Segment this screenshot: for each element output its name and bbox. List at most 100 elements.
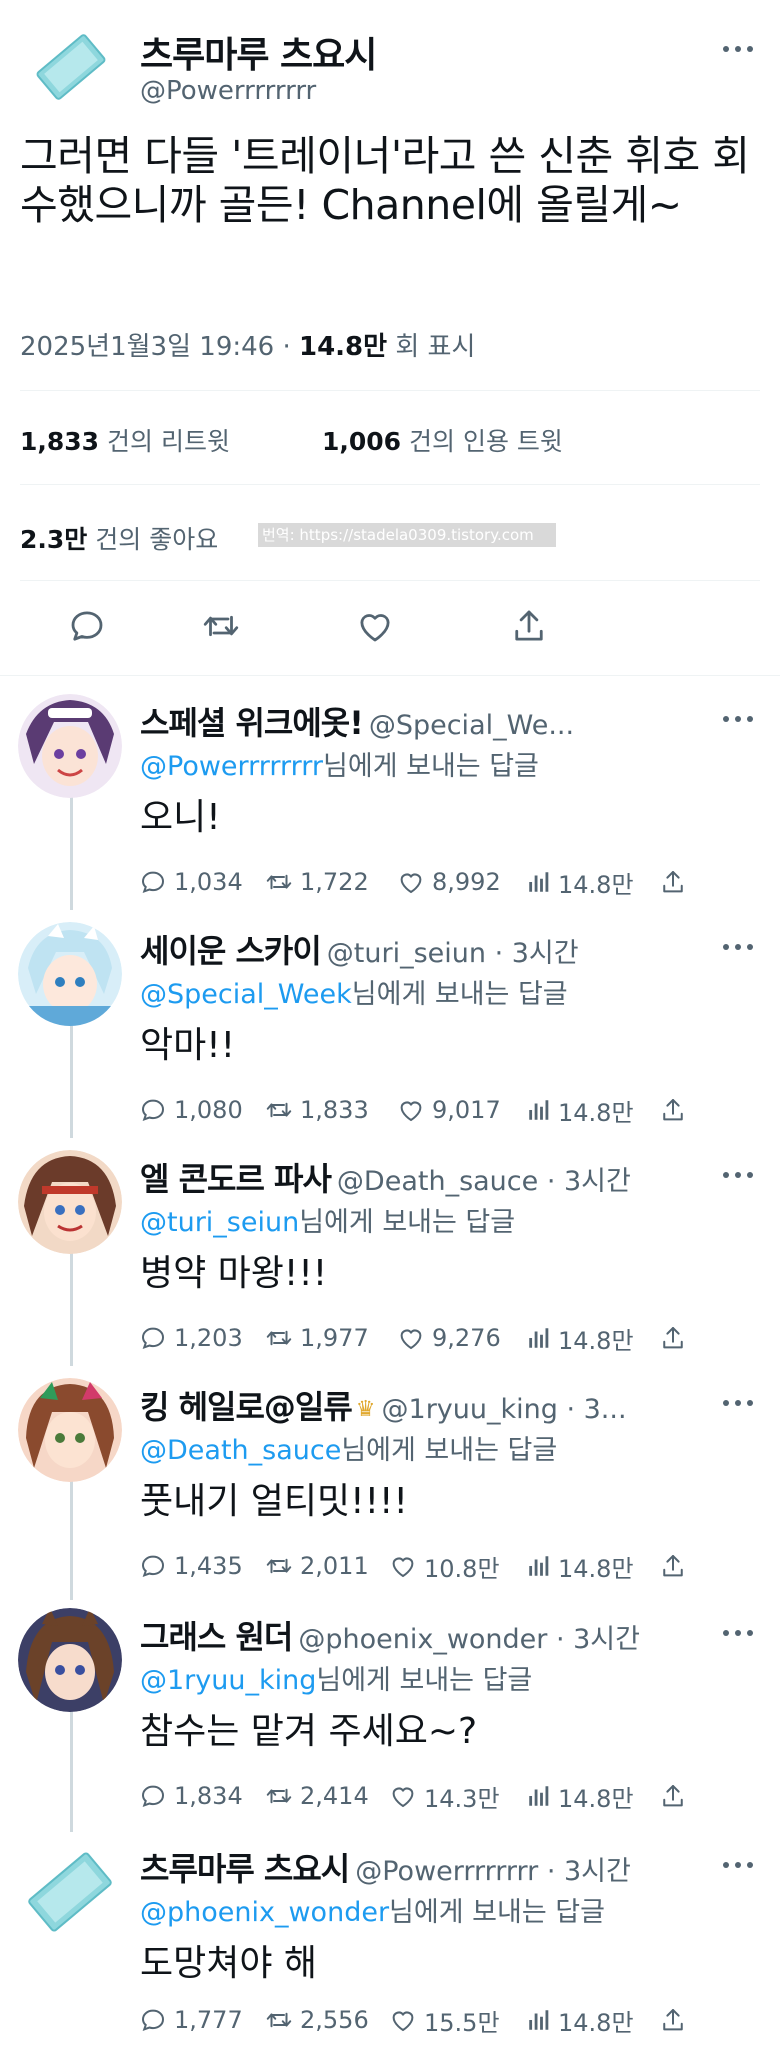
more-options-icon[interactable]	[723, 1628, 753, 1638]
reply-icon	[141, 1785, 165, 1808]
like-icon	[400, 873, 422, 894]
author-handle[interactable]: @Powerrrrrrrr	[140, 76, 316, 106]
reply-action-bar: 1,777 2,556 15.5만 14.8만	[138, 2002, 698, 2042]
avatar[interactable]	[18, 694, 122, 798]
like-button[interactable]: 9,017	[396, 1092, 501, 1128]
author-handle[interactable]: @Death_sauce · 3시간	[337, 1166, 631, 1197]
view-count: 14.8만	[558, 870, 634, 899]
avatar[interactable]	[18, 922, 122, 1026]
view-count: 14.8만	[558, 2008, 634, 2037]
retweet-icon	[266, 1330, 292, 1346]
retweet-button[interactable]: 2,011	[264, 1548, 369, 1584]
avatar[interactable]	[18, 1378, 122, 1482]
reply-text: 오니!	[140, 797, 221, 838]
quote-label: 건의 인용 트윗	[401, 427, 563, 456]
reply-header: 엘 콘도르 파사 @Death_sauce · 3시간	[140, 1154, 720, 1198]
retweet-button[interactable]: 1,722	[264, 864, 369, 900]
quote-count: 1,006	[322, 427, 402, 456]
author-handle[interactable]: @Powerrrrrrrr · 3시간	[355, 1856, 631, 1887]
author-name[interactable]: 엘 콘도르 파사	[140, 1160, 332, 1198]
replying-to-label: 님에게 보내는 답글	[389, 1897, 605, 1928]
author-name[interactable]: 그래스 원더	[140, 1618, 293, 1656]
mention-link[interactable]: @Special_Week	[140, 979, 352, 1010]
like-stat[interactable]: 2.3만 건의 좋아요	[20, 520, 218, 556]
retweet-button[interactable]: 1,833	[264, 1092, 369, 1128]
mention-link[interactable]: @1ryuu_king	[140, 1665, 316, 1696]
retweet-button[interactable]: 2,414	[264, 1778, 369, 1814]
reply-header: 츠루마루 츠요시 @Powerrrrrrrr · 3시간	[140, 1844, 720, 1888]
reply-button[interactable]: 1,834	[138, 1778, 243, 1814]
replying-to: @1ryuu_king님에게 보내는 답글	[140, 1658, 532, 1697]
reply-button[interactable]: 1,080	[138, 1092, 243, 1128]
like-count: 14.3만	[424, 1784, 500, 1813]
share-button[interactable]	[658, 1320, 694, 1356]
views-button[interactable]: 14.8만	[526, 1548, 634, 1584]
more-options-icon[interactable]	[723, 1860, 753, 1870]
views-button[interactable]: 14.8만	[526, 864, 634, 900]
like-button[interactable]: 15.5만	[388, 2002, 500, 2038]
more-options-icon[interactable]	[723, 1398, 753, 1408]
like-button[interactable]: 14.3만	[388, 1778, 500, 1814]
author-name[interactable]: 스페셜 위크에옷!	[140, 704, 364, 742]
more-options-icon[interactable]	[723, 1170, 753, 1180]
mention-link[interactable]: @turi_seiun	[140, 1207, 299, 1238]
views-button[interactable]: 14.8만	[526, 2002, 634, 2038]
author-handle[interactable]: @Special_We...	[369, 710, 574, 741]
avatar[interactable]	[30, 26, 112, 108]
replying-to: @phoenix_wonder님에게 보내는 답글	[140, 1890, 605, 1929]
like-icon	[392, 1787, 414, 1808]
reply-button[interactable]: 1,435	[138, 1548, 243, 1584]
share-icon	[663, 1785, 683, 1807]
author-handle[interactable]: @turi_seiun · 3시간	[327, 938, 579, 969]
share-button[interactable]	[658, 1548, 694, 1584]
reply-button[interactable]: 1,034	[138, 864, 243, 900]
author-name[interactable]: 츠루마루 츠요시	[140, 1850, 350, 1888]
more-options-icon[interactable]	[723, 714, 753, 724]
author-name[interactable]: 킹 헤일로@일류	[140, 1388, 353, 1426]
retweet-label: 건의 리트윗	[99, 427, 230, 456]
mention-link[interactable]: @Powerrrrrrrr	[140, 751, 323, 782]
views-button[interactable]: 14.8만	[526, 1778, 634, 1814]
share-button[interactable]	[658, 1092, 694, 1128]
like-icon[interactable]	[354, 605, 396, 647]
like-button[interactable]: 9,276	[396, 1320, 501, 1356]
like-icon	[400, 1329, 422, 1350]
share-icon[interactable]	[508, 605, 550, 647]
author-handle[interactable]: @1ryuu_king · 3...	[382, 1394, 627, 1425]
like-count: 10.8만	[424, 1554, 500, 1583]
retweet-button[interactable]: 2,556	[264, 2002, 369, 2038]
tweet-datetime[interactable]: 2025년1월3일 19:46 ·	[20, 332, 299, 362]
author-name[interactable]: 세이운 스카이	[140, 932, 322, 970]
like-label: 건의 좋아요	[87, 525, 219, 554]
view-count: 14.8만	[558, 1098, 634, 1127]
view-count: 14.8만	[558, 1784, 634, 1813]
retweet-icon[interactable]	[200, 605, 242, 647]
tweet-text: 그러면 다들 '트레이너'라고 쓴 신춘 휘호 회수했으니까 골든! Chann…	[20, 132, 750, 229]
like-button[interactable]: 8,992	[396, 864, 501, 900]
share-button[interactable]	[658, 2002, 694, 2038]
mention-link[interactable]: @Death_sauce	[140, 1435, 341, 1466]
reply-icon[interactable]	[66, 605, 108, 647]
avatar[interactable]	[18, 1608, 122, 1712]
reply-count: 1,435	[174, 1552, 243, 1580]
reply-button[interactable]: 1,203	[138, 1320, 243, 1356]
more-options-icon[interactable]	[723, 942, 753, 952]
author-handle[interactable]: @phoenix_wonder · 3시간	[298, 1624, 640, 1655]
like-button[interactable]: 10.8만	[388, 1548, 500, 1584]
avatar[interactable]	[18, 1150, 122, 1254]
retweet-stat[interactable]: 1,833 건의 리트윗	[20, 422, 230, 458]
quote-stat[interactable]: 1,006 건의 인용 트윗	[322, 422, 563, 458]
views-button[interactable]: 14.8만	[526, 1320, 634, 1356]
retweet-button[interactable]: 1,977	[264, 1320, 369, 1356]
reply-button[interactable]: 1,777	[138, 2002, 243, 2038]
share-button[interactable]	[658, 1778, 694, 1814]
more-options-icon[interactable]	[723, 44, 753, 54]
author-name[interactable]: 츠루마루 츠요시	[140, 26, 377, 78]
mention-link[interactable]: @phoenix_wonder	[140, 1897, 389, 1928]
reply-action-bar: 1,034 1,722 8,992 14.8만	[138, 864, 698, 904]
reply-text: 도망쳐야 해	[140, 1943, 318, 1984]
avatar[interactable]	[18, 1840, 122, 1944]
reply-action-bar: 1,834 2,414 14.3만 14.8만	[138, 1778, 698, 1818]
share-button[interactable]	[658, 864, 694, 900]
views-button[interactable]: 14.8만	[526, 1092, 634, 1128]
